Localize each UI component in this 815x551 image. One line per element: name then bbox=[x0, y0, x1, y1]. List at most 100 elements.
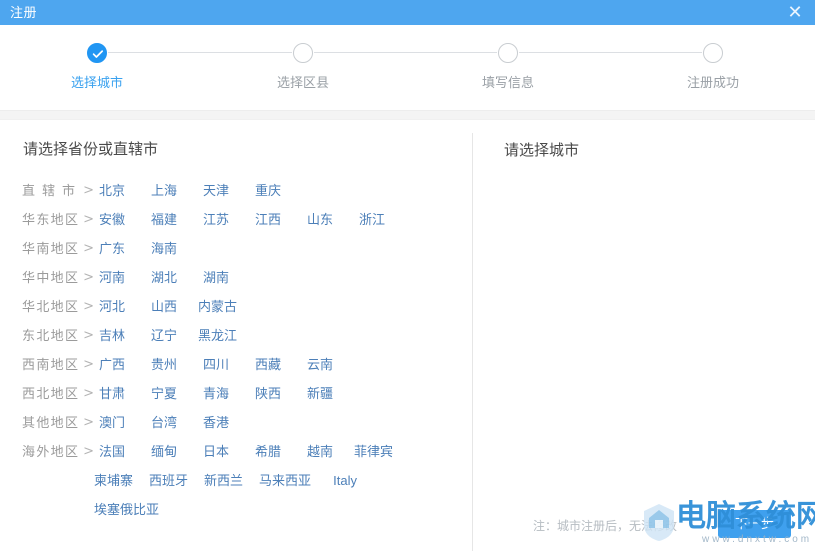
province-items: 法国缅甸日本希腊越南菲律宾柬埔寨西班牙新西兰马来西亚 Italy 埃塞俄比亚 bbox=[94, 437, 446, 524]
region-label-text: 华南地区 bbox=[22, 234, 78, 263]
province-link[interactable]: 内蒙古 bbox=[198, 292, 237, 321]
province-link[interactable]: 辽宁 bbox=[146, 321, 182, 350]
stepper-step-2[interactable]: 选择区县 bbox=[243, 43, 363, 91]
province-link[interactable]: 山西 bbox=[146, 292, 182, 321]
chevron-right-icon: > bbox=[83, 205, 94, 234]
province-link[interactable]: 柬埔寨 bbox=[94, 466, 133, 495]
province-link[interactable]: 江西 bbox=[250, 205, 286, 234]
region-label[interactable]: 西北地区> bbox=[22, 379, 94, 408]
header-divider bbox=[0, 110, 815, 120]
province-link[interactable]: 越南 bbox=[302, 437, 338, 466]
province-link[interactable]: 陕西 bbox=[250, 379, 286, 408]
province-link[interactable]: 浙江 bbox=[354, 205, 390, 234]
province-link[interactable]: 北京 bbox=[94, 176, 130, 205]
province-link[interactable]: 台湾 bbox=[146, 408, 182, 437]
check-icon bbox=[87, 43, 107, 63]
province-link[interactable]: 广西 bbox=[94, 350, 130, 379]
region-row: 海外地区>法国缅甸日本希腊越南菲律宾柬埔寨西班牙新西兰马来西亚 Italy 埃塞俄比… bbox=[22, 437, 452, 524]
region-label[interactable]: 西南地区> bbox=[22, 350, 94, 379]
region-label[interactable]: 华北地区> bbox=[22, 292, 94, 321]
province-link[interactable]: 福建 bbox=[146, 205, 182, 234]
region-row: 其他地区>澳门台湾香港 bbox=[22, 408, 452, 437]
panel-divider bbox=[472, 133, 473, 551]
province-link[interactable]: 缅甸 bbox=[146, 437, 182, 466]
province-link[interactable]: 西班牙 bbox=[149, 466, 188, 495]
next-step-button[interactable]: 下一步 bbox=[718, 510, 791, 538]
chevron-right-icon: > bbox=[83, 234, 94, 263]
province-link[interactable]: 贵州 bbox=[146, 350, 182, 379]
province-link[interactable]: 菲律宾 bbox=[354, 437, 393, 466]
stepper-step-4[interactable]: 注册成功 bbox=[653, 43, 773, 91]
province-link[interactable]: 埃塞俄比亚 bbox=[94, 495, 159, 524]
province-items: 吉林辽宁黑龙江 bbox=[94, 321, 446, 350]
province-link[interactable]: 湖北 bbox=[146, 263, 182, 292]
region-row: 西南地区>广西贵州四川西藏云南 bbox=[22, 350, 452, 379]
province-items: 北京上海天津重庆 bbox=[94, 176, 446, 205]
stepper-step-label: 填写信息 bbox=[448, 74, 568, 91]
province-link[interactable]: 云南 bbox=[302, 350, 338, 379]
province-link[interactable]: 吉林 bbox=[94, 321, 130, 350]
province-link[interactable]: 安徽 bbox=[94, 205, 130, 234]
province-link[interactable]: 甘肃 bbox=[94, 379, 130, 408]
region-row: 华中地区>河南湖北湖南 bbox=[22, 263, 452, 292]
province-link[interactable]: 青海 bbox=[198, 379, 234, 408]
province-items: 河北山西内蒙古 bbox=[94, 292, 446, 321]
circle-icon bbox=[703, 43, 723, 63]
stepper-step-label: 注册成功 bbox=[653, 74, 773, 91]
province-link[interactable]: 宁夏 bbox=[146, 379, 182, 408]
province-link[interactable]: 新西兰 bbox=[204, 466, 243, 495]
stepper-step-1[interactable]: 选择城市 bbox=[37, 43, 157, 91]
city-panel-title: 请选择城市 bbox=[504, 141, 579, 161]
province-items: 广西贵州四川西藏云南 bbox=[94, 350, 446, 379]
region-row: 直辖市>北京上海天津重庆 bbox=[22, 176, 452, 205]
province-link[interactable]: 山东 bbox=[302, 205, 338, 234]
region-label-text: 其他地区 bbox=[22, 408, 78, 437]
province-link[interactable]: 河北 bbox=[94, 292, 130, 321]
province-link[interactable]: 希腊 bbox=[250, 437, 286, 466]
region-label-text: 华北地区 bbox=[22, 292, 78, 321]
region-label[interactable]: 东北地区> bbox=[22, 321, 94, 350]
stepper-step-label: 选择城市 bbox=[37, 74, 157, 91]
stepper-step-3[interactable]: 填写信息 bbox=[448, 43, 568, 91]
chevron-right-icon: > bbox=[83, 321, 94, 350]
province-link[interactable]: 重庆 bbox=[250, 176, 286, 205]
province-link[interactable]: 澳门 bbox=[94, 408, 130, 437]
region-label[interactable]: 直辖市> bbox=[22, 176, 94, 205]
province-link[interactable]: 新疆 bbox=[302, 379, 338, 408]
region-label[interactable]: 华东地区> bbox=[22, 205, 94, 234]
close-icon[interactable]: ✕ bbox=[783, 1, 807, 24]
region-label[interactable]: 华中地区> bbox=[22, 263, 94, 292]
province-link[interactable]: 上海 bbox=[146, 176, 182, 205]
region-row: 华南地区>广东海南 bbox=[22, 234, 452, 263]
register-dialog: 注册 ✕ 选择城市选择区县填写信息注册成功 请选择省份或直辖市 请选择城市 直辖… bbox=[0, 0, 815, 551]
registration-note: 注：城市注册后，无法修改 bbox=[533, 518, 677, 535]
chevron-right-icon: > bbox=[83, 176, 94, 205]
chevron-right-icon: > bbox=[83, 408, 94, 437]
province-link[interactable]: 广东 bbox=[94, 234, 130, 263]
province-items: 广东海南 bbox=[94, 234, 446, 263]
province-link[interactable]: 法国 bbox=[94, 437, 130, 466]
province-link[interactable]: 日本 bbox=[198, 437, 234, 466]
region-label[interactable]: 华南地区> bbox=[22, 234, 94, 263]
province-link[interactable]: 马来西亚 bbox=[259, 466, 311, 495]
region-label[interactable]: 其他地区> bbox=[22, 408, 94, 437]
stepper-region: 选择城市 选择区县填写信息 注册成功 bbox=[0, 25, 815, 110]
province-items: 安徽福建江苏江西山东浙江 bbox=[94, 205, 446, 234]
region-label-text: 海外地区 bbox=[22, 437, 78, 466]
province-link[interactable]: 河南 bbox=[94, 263, 130, 292]
region-label[interactable]: 海外地区> bbox=[22, 437, 94, 466]
region-label-text: 西南地区 bbox=[22, 350, 78, 379]
province-link[interactable]: 西藏 bbox=[250, 350, 286, 379]
chevron-right-icon: > bbox=[83, 263, 94, 292]
province-link[interactable]: 黑龙江 bbox=[198, 321, 237, 350]
province-items: 甘肃宁夏青海陕西新疆 bbox=[94, 379, 446, 408]
chevron-right-icon: > bbox=[83, 437, 94, 466]
province-link[interactable]: Italy bbox=[327, 466, 363, 495]
province-link[interactable]: 四川 bbox=[198, 350, 234, 379]
province-link[interactable]: 香港 bbox=[198, 408, 234, 437]
province-link[interactable]: 海南 bbox=[146, 234, 182, 263]
province-link[interactable]: 湖南 bbox=[198, 263, 234, 292]
circle-icon bbox=[293, 43, 313, 63]
province-link[interactable]: 江苏 bbox=[198, 205, 234, 234]
province-link[interactable]: 天津 bbox=[198, 176, 234, 205]
